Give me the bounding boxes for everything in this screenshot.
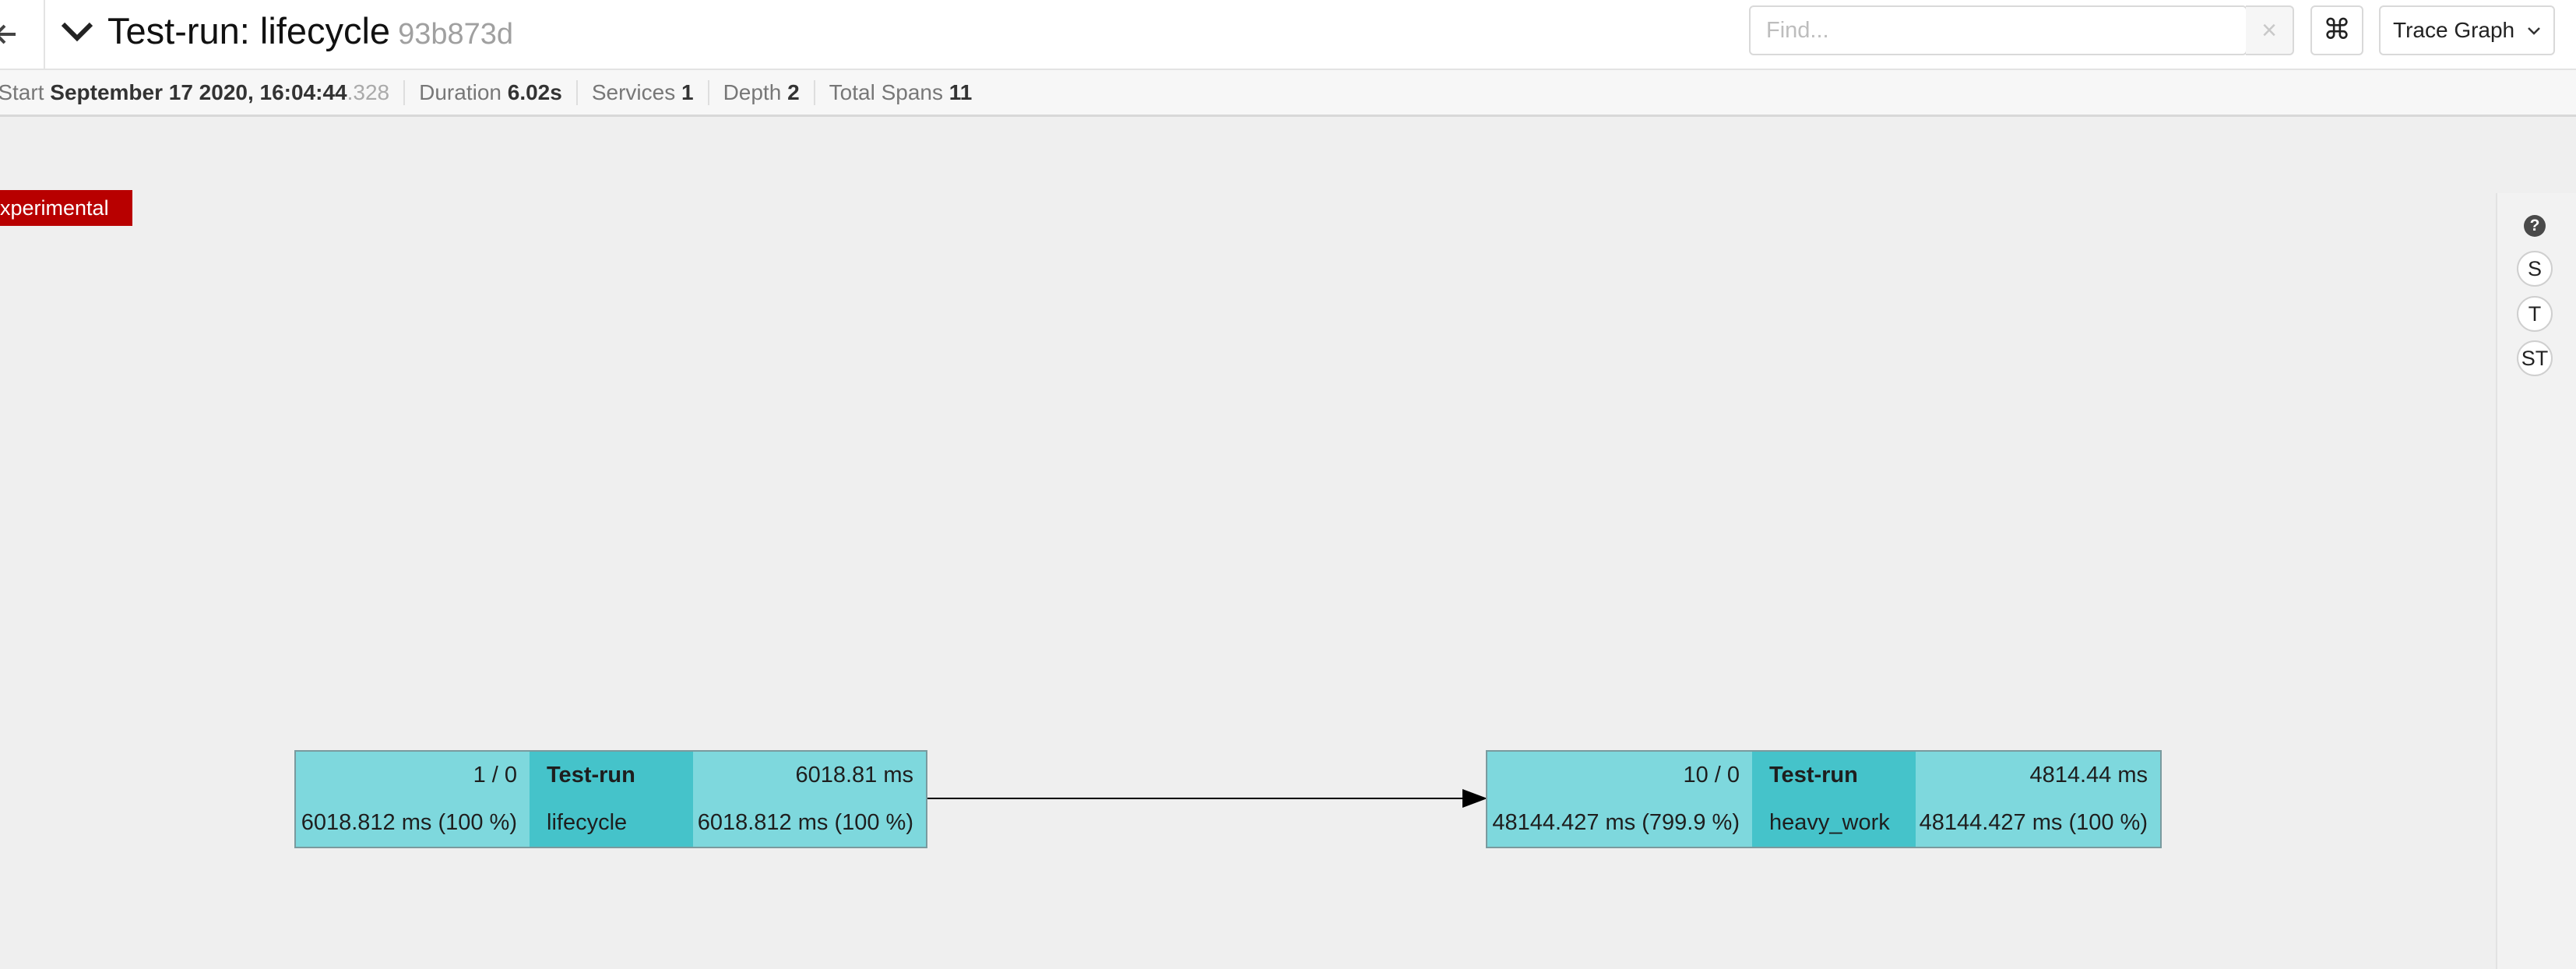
mode-self-time-button[interactable]: ST <box>2517 340 2553 376</box>
node-right-section: 6018.81 ms 6018.812 ms (100 %) <box>693 752 926 847</box>
node-count: 1 / 0 <box>473 763 517 788</box>
node-self-pct: 6018.812 ms (100 %) <box>697 810 913 835</box>
node-total-time: 48144.427 ms (799.9 %) <box>1492 810 1740 835</box>
node-count: 10 / 0 <box>1683 763 1740 788</box>
node-service: Test-run <box>1769 763 1858 788</box>
graph-node-heavy-work[interactable]: 10 / 0 48144.427 ms (799.9 %) Test-run h… <box>1486 750 2162 848</box>
node-self-time: 4814.44 ms <box>2029 763 2148 788</box>
mode-time-button[interactable]: T <box>2517 296 2553 332</box>
mode-service-button[interactable]: S <box>2517 251 2553 287</box>
graph-node-lifecycle[interactable]: 1 / 0 6018.812 ms (100 %) Test-run lifec… <box>294 750 927 848</box>
node-service: Test-run <box>547 763 635 788</box>
node-total-time: 6018.812 ms (100 %) <box>301 810 517 835</box>
help-icon[interactable]: ? <box>2524 215 2546 237</box>
node-self-time: 6018.81 ms <box>795 763 913 788</box>
node-left-section: 10 / 0 48144.427 ms (799.9 %) <box>1487 752 1752 847</box>
node-operation: heavy_work <box>1769 810 1890 835</box>
node-operation: lifecycle <box>547 810 628 835</box>
node-self-pct: 48144.427 ms (100 %) <box>1919 810 2148 835</box>
node-center-section: Test-run lifecycle <box>530 752 693 847</box>
node-right-section: 4814.44 ms 48144.427 ms (100 %) <box>1916 752 2160 847</box>
node-left-section: 1 / 0 6018.812 ms (100 %) <box>296 752 530 847</box>
node-center-section: Test-run heavy_work <box>1752 752 1916 847</box>
